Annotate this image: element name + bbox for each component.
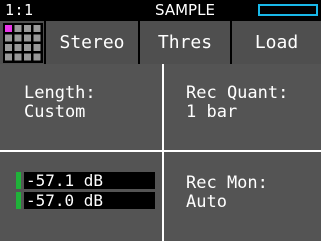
level-readout-right: -57.0 dB — [24, 192, 155, 209]
level-readout-left: -57.1 dB — [24, 172, 155, 189]
tab-stereo[interactable]: Stereo — [46, 21, 138, 64]
grid-cell — [5, 53, 12, 61]
grid-cell — [14, 25, 22, 32]
level-bar-right — [16, 192, 21, 209]
grid-cell — [5, 34, 12, 42]
progress-bar — [258, 4, 318, 16]
grid-cell — [33, 25, 41, 32]
grid-cell — [33, 34, 41, 42]
grid-cell — [14, 44, 22, 51]
input-level-panel[interactable]: -57.1 dB -57.0 dB — [0, 152, 162, 241]
grid-cell — [5, 25, 12, 32]
rec-mon-panel[interactable]: Rec Mon: Auto — [164, 152, 321, 241]
grid-cell — [24, 25, 31, 32]
grid-cell — [5, 44, 12, 51]
length-label: Length: — [24, 83, 96, 103]
length-value: Custom — [24, 102, 86, 122]
grid-cell — [33, 44, 41, 51]
rec-quant-value: 1 bar — [186, 102, 238, 122]
rec-quant-panel[interactable]: Rec Quant: 1 bar — [164, 64, 321, 150]
grid-cell — [14, 53, 22, 61]
sampler-screen: 1:1 SAMPLE Stereo Thres Load Length: Cus… — [0, 0, 321, 241]
level-meter-left: -57.1 dB — [16, 172, 155, 189]
rec-mon-value: Auto — [186, 192, 227, 212]
grid-icon — [3, 23, 43, 63]
page-title: SAMPLE — [155, 1, 215, 19]
level-meter-right: -57.0 dB — [16, 192, 155, 209]
track-position: 1:1 — [5, 1, 34, 19]
grid-cell — [24, 44, 31, 51]
grid-cell — [14, 34, 22, 42]
tab-load[interactable]: Load — [232, 21, 321, 64]
grid-cell — [24, 53, 31, 61]
rec-mon-label: Rec Mon: — [186, 173, 268, 193]
grid-button[interactable] — [3, 23, 43, 63]
header-bar: 1:1 SAMPLE — [0, 0, 321, 21]
tab-row: Stereo Thres Load — [0, 21, 321, 64]
length-panel[interactable]: Length: Custom — [0, 64, 162, 150]
tab-thres[interactable]: Thres — [140, 21, 230, 64]
grid-cell — [33, 53, 41, 61]
grid-cell — [24, 34, 31, 42]
rec-quant-label: Rec Quant: — [186, 83, 289, 103]
level-bar-left — [16, 172, 21, 189]
